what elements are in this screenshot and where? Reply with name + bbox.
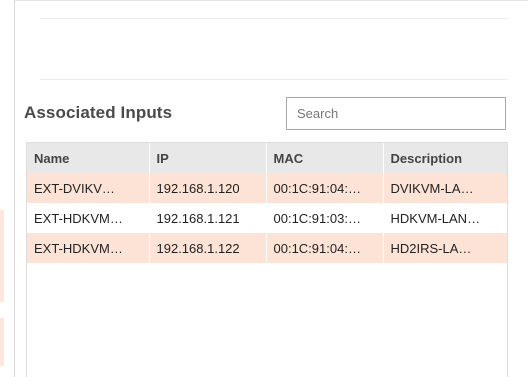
column-header-ip[interactable]: IP [149,143,267,173]
associated-inputs-table: Name IP MAC Description EXT-DVIKV… 192.1… [26,142,508,377]
cell-name: EXT-DVIKV… [27,173,150,203]
panel-left-border [14,0,15,377]
side-accent [0,210,4,302]
side-accent [0,318,4,366]
divider [40,79,508,80]
cell-ip: 192.168.1.121 [149,203,267,233]
panel: Associated Inputs Name IP MAC Descriptio… [0,0,528,377]
cell-description: HD2IRS-LA… [383,233,507,263]
cell-ip: 192.168.1.122 [149,233,267,263]
cell-mac: 00:1C:91:04:… [266,173,384,203]
section-title: Associated Inputs [24,103,173,122]
cell-ip: 192.168.1.120 [149,173,267,203]
table-row[interactable]: EXT-HDKVM… 192.168.1.122 00:1C:91:04:… H… [27,233,507,263]
cell-description: DVIKVM-LA… [383,173,507,203]
panel-top-border [14,0,528,1]
search-input[interactable] [286,97,506,130]
table-row[interactable]: EXT-HDKVM… 192.168.1.121 00:1C:91:03:… H… [27,203,507,233]
table-header: Name IP MAC Description [27,143,507,173]
table-body: EXT-DVIKV… 192.168.1.120 00:1C:91:04:… D… [27,173,507,263]
divider [40,18,508,19]
column-header-description[interactable]: Description [383,143,507,173]
table-row[interactable]: EXT-DVIKV… 192.168.1.120 00:1C:91:04:… D… [27,173,507,203]
inputs-table: Name IP MAC Description EXT-DVIKV… 192.1… [27,143,507,263]
cell-mac: 00:1C:91:04:… [266,233,384,263]
header-row: Name IP MAC Description [27,143,507,173]
cell-name: EXT-HDKVM… [27,203,150,233]
cell-name: EXT-HDKVM… [27,233,150,263]
column-header-mac[interactable]: MAC [266,143,384,173]
cell-mac: 00:1C:91:03:… [266,203,384,233]
column-header-name[interactable]: Name [27,143,150,173]
cell-description: HDKVM-LAN… [383,203,507,233]
